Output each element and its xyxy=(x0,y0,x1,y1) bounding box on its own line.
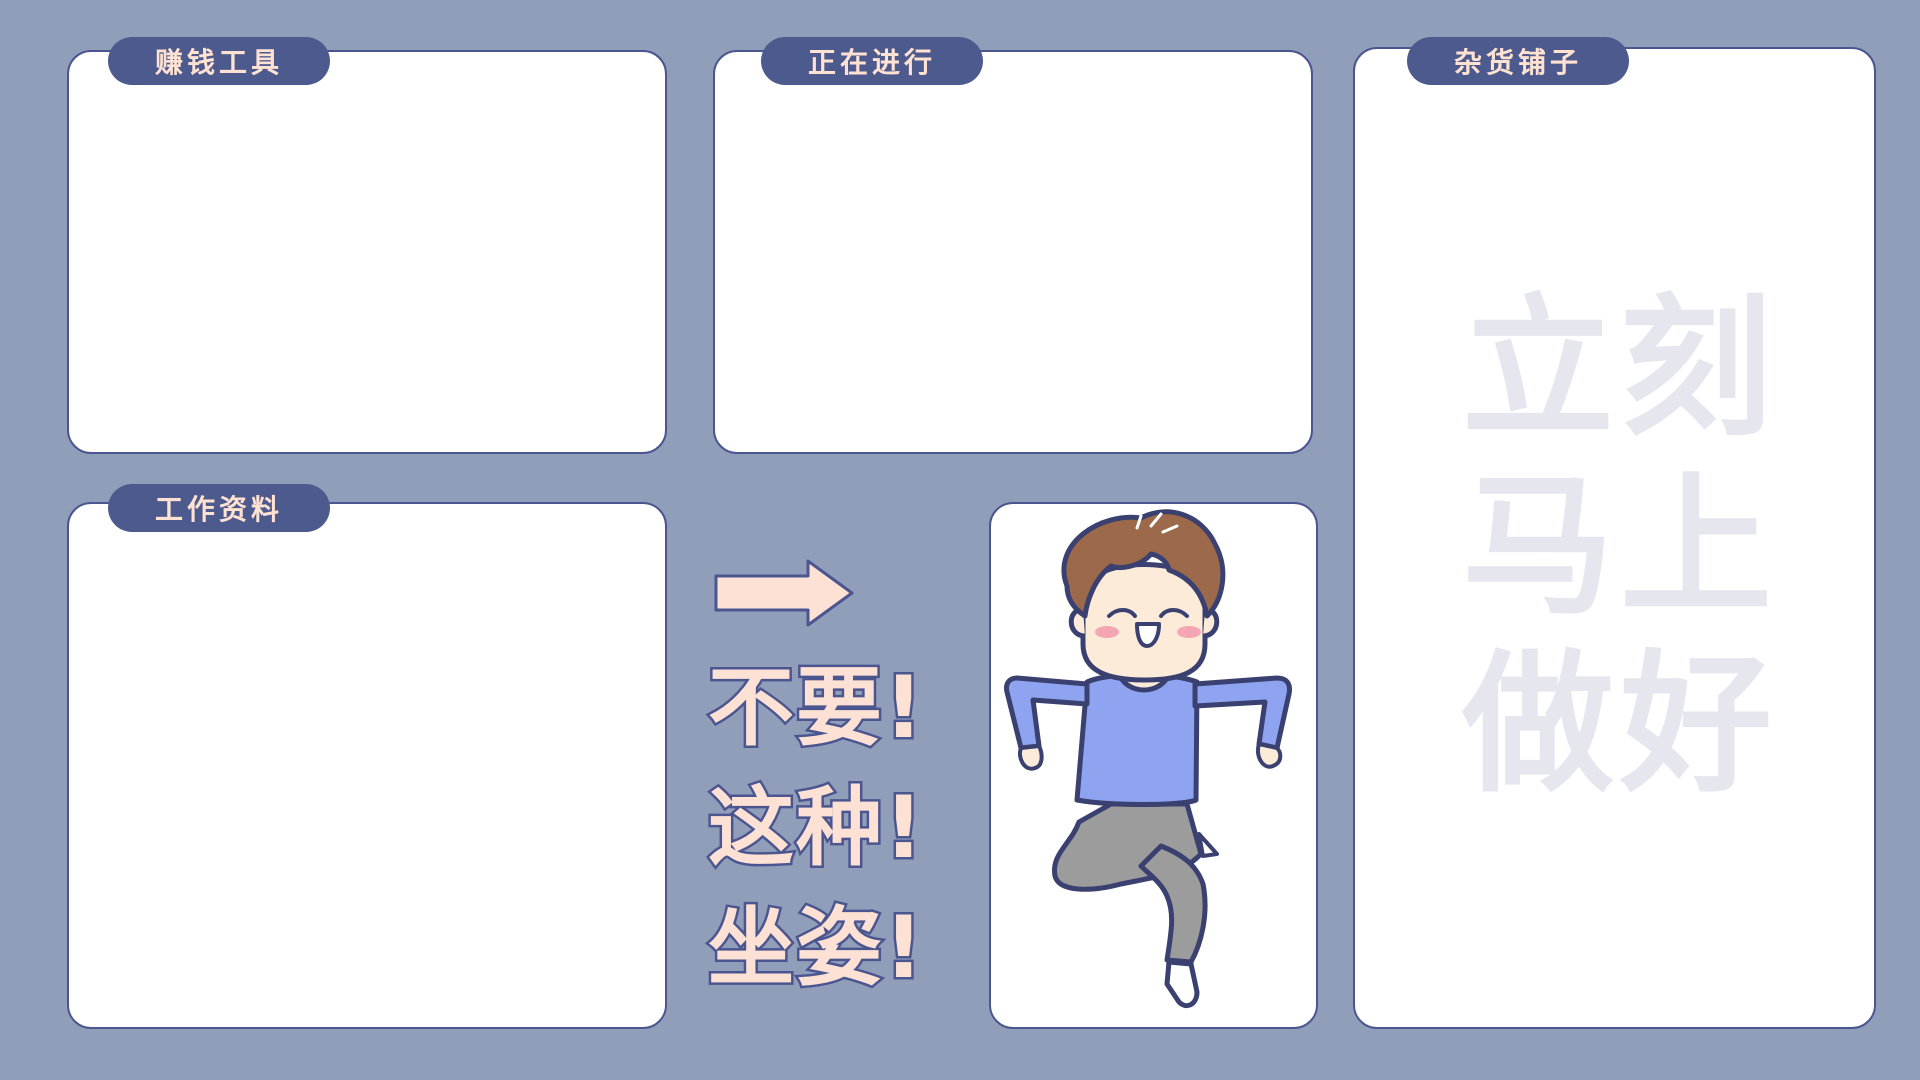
panel-work-materials xyxy=(67,502,667,1029)
tag-work-materials: 工作资料 xyxy=(108,484,330,532)
watermark-line-2: 马上 xyxy=(1462,458,1778,635)
cartoon-boy-illustration xyxy=(1004,509,1292,1009)
tag-in-progress: 正在进行 xyxy=(761,37,983,85)
panel-in-progress xyxy=(713,50,1313,454)
panel-character xyxy=(989,502,1318,1029)
slogan-line-2: 这种! xyxy=(705,776,926,881)
slogan-text: 不要! 这种! 坐姿! xyxy=(705,648,926,1008)
watermark-line-3: 做好 xyxy=(1462,636,1778,813)
watermark-text: 立刻 马上 做好 xyxy=(1460,280,1780,814)
slogan-line-3: 坐姿! xyxy=(705,896,926,1001)
watermark-line-1: 立刻 xyxy=(1462,280,1778,457)
slogan-line-1: 不要! xyxy=(705,656,926,761)
panel-earn-tools xyxy=(67,50,667,454)
tag-misc-shop: 杂货铺子 xyxy=(1407,37,1629,85)
tag-earn-tools: 赚钱工具 xyxy=(108,37,330,85)
arrow-right-icon xyxy=(714,559,854,627)
